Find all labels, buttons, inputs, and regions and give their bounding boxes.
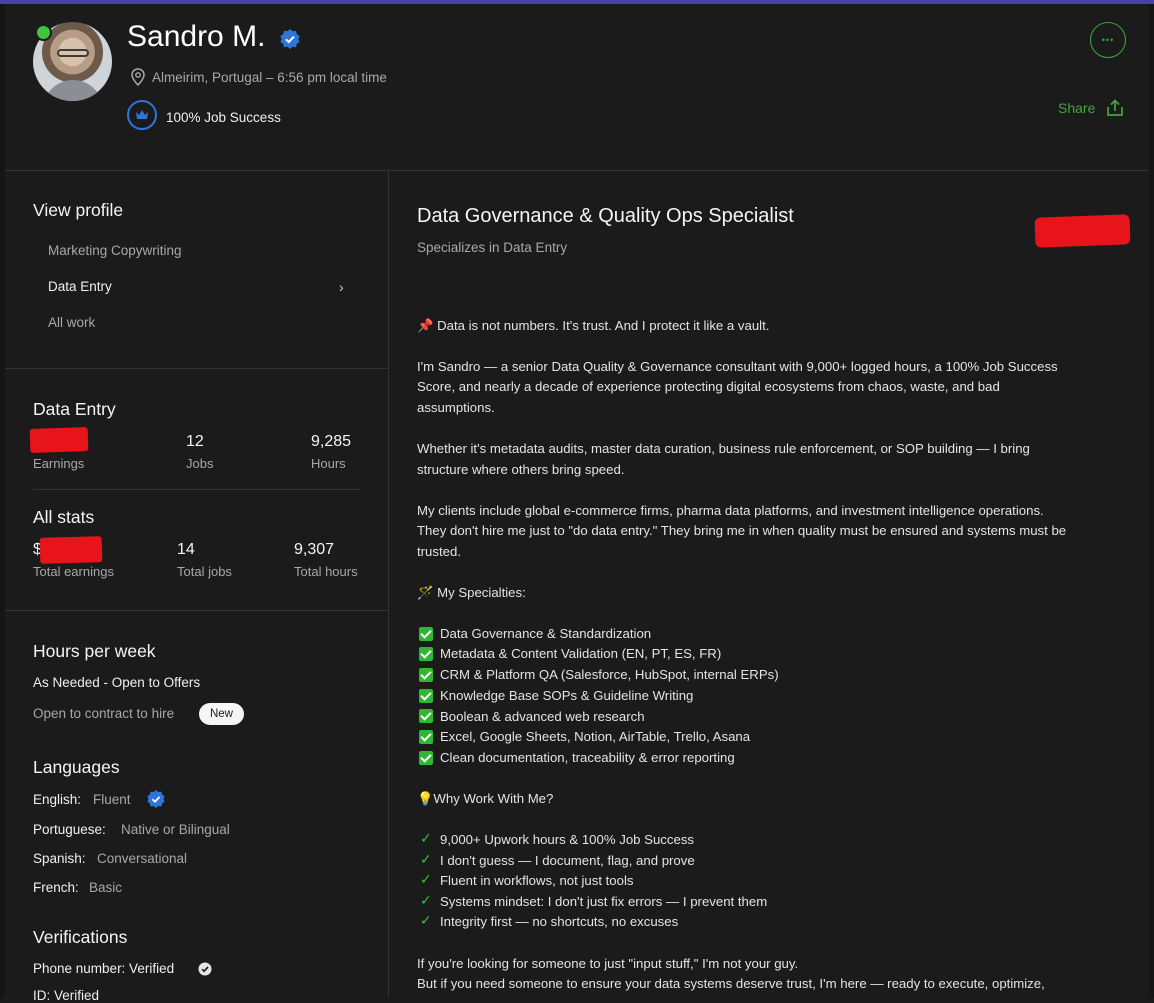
bio-paragraph-line: Score, and nearly a decade of experience… (417, 379, 1000, 394)
data-entry-jobs-label: Jobs (186, 456, 214, 471)
check-icon (419, 647, 433, 661)
bio-paragraph-line: My clients include global e-commerce fir… (417, 503, 1044, 518)
data-entry-stats-title: Data Entry (33, 399, 116, 419)
check-icon (419, 627, 433, 641)
bio-paragraph-line: They don't hire me just to "do data entr… (417, 523, 1067, 538)
why-item: Fluent in workflows, not just tools (440, 873, 634, 888)
specialty-item: Excel, Google Sheets, Notion, AirTable, … (440, 729, 751, 744)
nav-item-marketing-copywriting[interactable]: Marketing Copywriting (48, 243, 182, 258)
check-icon: ✓ (420, 851, 432, 867)
sidebar-divider (5, 368, 388, 369)
frame-left (0, 4, 5, 998)
verified-icon (147, 790, 165, 808)
phone-verified-text: Phone number: Verified (33, 961, 175, 976)
total-earnings-label: Total earnings (33, 564, 114, 579)
avatar-shirt (43, 80, 103, 101)
check-icon (198, 962, 212, 976)
redaction-mark (1034, 214, 1131, 248)
specializes-text: Specializes in Data Entry (417, 240, 568, 255)
check-icon (419, 730, 433, 744)
closing-line: If you're looking for someone to just "i… (417, 956, 799, 971)
language-name: Portuguese: (33, 822, 106, 837)
avatar-glasses (57, 49, 89, 57)
check-icon (419, 709, 433, 723)
check-icon: ✓ (420, 871, 432, 887)
crown-icon (136, 110, 148, 119)
bio-paragraph-line: trusted. (417, 544, 461, 559)
language-level: Basic (89, 880, 123, 895)
bio-paragraph-line: I'm Sandro — a senior Data Quality & Gov… (417, 359, 1058, 374)
availability-text: As Needed - Open to Offers (33, 675, 201, 690)
data-entry-jobs-value: 12 (186, 433, 204, 450)
data-entry-earnings-label: Earnings (33, 456, 85, 471)
profile-headline: Data Governance & Quality Ops Specialist (417, 205, 794, 227)
header-divider (5, 170, 1149, 171)
job-success-text: 100% Job Success (166, 110, 281, 125)
check-icon: ✓ (420, 912, 432, 928)
check-icon (419, 751, 433, 765)
job-success-badge (127, 100, 157, 130)
frame-right (1149, 4, 1154, 998)
language-level: Native or Bilingual (121, 822, 230, 837)
profile-name: Sandro M. (127, 20, 266, 53)
why-item: Systems mindset: I don't just fix errors… (440, 894, 768, 909)
hours-per-week-title: Hours per week (33, 641, 156, 661)
nav-item-data-entry[interactable]: Data Entry (48, 279, 112, 294)
location-pin-icon (131, 68, 145, 86)
check-icon: ✓ (420, 830, 432, 846)
why-item: Integrity first — no shortcuts, no excus… (440, 914, 679, 929)
sidebar-divider (5, 610, 388, 611)
id-verified-text: ID: Verified (33, 988, 100, 1003)
check-icon (419, 668, 433, 682)
language-name: English: (33, 792, 82, 807)
language-level: Fluent (93, 792, 131, 807)
more-icon: ••• (1101, 35, 1115, 45)
check-icon (419, 689, 433, 703)
intro-line: 📌 Data is not numbers. It's trust. And I… (417, 318, 770, 333)
total-hours-value: 9,307 (294, 541, 335, 558)
redaction-mark (29, 426, 89, 454)
bio-paragraph-line: structure where others bring speed. (417, 462, 625, 477)
location-text: Almeirim, Portugal – 6:56 pm local time (152, 70, 387, 85)
specialties-heading: 🪄 My Specialties: (417, 585, 526, 600)
data-entry-hours-value: 9,285 (311, 433, 352, 450)
specialty-item: Knowledge Base SOPs & Guideline Writing (440, 688, 694, 703)
language-name: Spanish: (33, 851, 86, 866)
chevron-right-icon: › (339, 279, 344, 295)
total-jobs-value: 14 (177, 541, 195, 558)
stats-divider (33, 489, 360, 490)
column-divider (388, 171, 389, 998)
new-badge: New (199, 703, 244, 725)
why-item: 9,000+ Upwork hours & 100% Job Success (440, 832, 695, 847)
language-name: French: (33, 880, 79, 895)
specialty-item: Metadata & Content Validation (EN, PT, E… (440, 646, 722, 661)
language-level: Conversational (97, 851, 188, 866)
online-status-dot (35, 24, 52, 41)
verifications-title: Verifications (33, 927, 128, 947)
specialty-item: CRM & Platform QA (Salesforce, HubSpot, … (440, 667, 779, 682)
all-stats-title: All stats (33, 507, 95, 527)
redaction-mark (39, 536, 103, 564)
total-jobs-label: Total jobs (177, 564, 232, 579)
specialty-item: Boolean & advanced web research (440, 709, 645, 724)
check-icon: ✓ (420, 892, 432, 908)
why-heading: 💡Why Work With Me? (417, 791, 554, 806)
window-top-accent (0, 0, 1154, 4)
specialty-item: Clean documentation, traceability & erro… (440, 750, 735, 765)
contract-to-hire-text: Open to contract to hire (33, 706, 175, 721)
share-icon[interactable] (1105, 99, 1125, 117)
bio-paragraph-line: assumptions. (417, 400, 495, 415)
share-button[interactable]: Share (1058, 100, 1095, 116)
nav-item-all-work[interactable]: All work (48, 315, 95, 330)
verified-icon (280, 29, 300, 49)
why-item: I don't guess — I document, flag, and pr… (440, 853, 695, 868)
total-hours-label: Total hours (294, 564, 358, 579)
closing-line: But if you need someone to ensure your d… (417, 976, 1045, 991)
languages-title: Languages (33, 757, 120, 777)
bio-paragraph-line: Whether it's metadata audits, master dat… (417, 441, 1030, 456)
more-options-button[interactable]: ••• (1090, 22, 1126, 58)
specialty-item: Data Governance & Standardization (440, 626, 652, 641)
data-entry-hours-label: Hours (311, 456, 346, 471)
view-profile-title: View profile (33, 200, 124, 220)
